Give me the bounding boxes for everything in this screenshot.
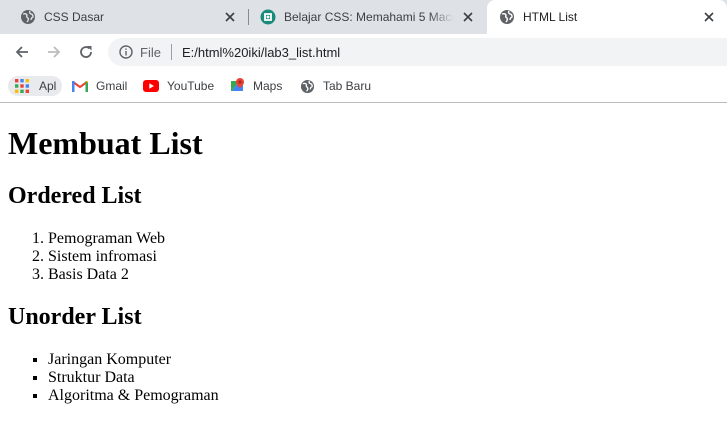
ordered-list-heading: Ordered List	[8, 183, 142, 209]
list-item: Basis Data 2	[48, 266, 165, 284]
reload-button[interactable]	[74, 40, 98, 64]
close-tab-icon[interactable]	[222, 9, 238, 25]
bookmark-label: YouTube	[167, 79, 215, 93]
tab-title: Belajar CSS: Memahami 5 Macam	[284, 10, 454, 24]
bookmark-label: Apl	[39, 79, 57, 93]
tab-belajar-css[interactable]: Belajar CSS: Memahami 5 Macam	[250, 0, 486, 34]
apps-grid-icon	[14, 78, 30, 94]
bookmark-tab-baru[interactable]: Tab Baru	[299, 76, 371, 96]
site-favicon-icon	[260, 9, 276, 25]
bookmark-maps[interactable]: Maps	[229, 76, 282, 96]
bookmark-label: Maps	[253, 79, 283, 93]
back-button[interactable]	[10, 40, 34, 64]
tab-html-list[interactable]: HTML List	[487, 0, 727, 34]
close-tab-icon[interactable]	[460, 9, 476, 25]
youtube-icon	[143, 78, 159, 94]
scheme-label: File	[140, 44, 161, 60]
bookmark-label: Gmail	[96, 79, 128, 93]
list-item: Struktur Data	[48, 369, 219, 387]
globe-icon	[21, 10, 35, 24]
forward-button[interactable]	[42, 40, 66, 64]
unordered-list-heading: Unorder List	[8, 304, 142, 330]
address-bar[interactable]: File E:/html%20iki/lab3_list.html	[108, 38, 727, 66]
gmail-icon	[72, 78, 88, 94]
info-icon[interactable]	[118, 44, 134, 60]
list-item: Algoritma & Pemograman	[48, 387, 219, 405]
bookmarks-bar: Apl Gmail YouTube Maps Tab Baru	[0, 70, 727, 103]
url-text[interactable]: E:/html%20iki/lab3_list.html	[182, 45, 340, 60]
close-tab-icon[interactable]	[701, 9, 717, 25]
divider	[170, 44, 172, 60]
unordered-list: Jaringan Komputer Struktur Data Algoritm…	[8, 351, 219, 405]
tab-title: CSS Dasar	[44, 10, 105, 24]
reload-icon	[80, 46, 92, 58]
list-item: Pemograman Web	[48, 230, 165, 248]
bookmark-label: Tab Baru	[323, 79, 372, 93]
bookmark-youtube[interactable]: YouTube	[143, 76, 214, 96]
globe-icon	[500, 10, 514, 24]
list-item: Jaringan Komputer	[48, 351, 219, 369]
bookmark-apps[interactable]: Apl	[8, 76, 63, 96]
maps-icon	[229, 78, 245, 94]
globe-icon	[299, 78, 315, 94]
back-arrow-icon	[15, 46, 28, 58]
tab-strip: CSS Dasar Belajar CSS: Memahami 5 Macam …	[0, 0, 727, 34]
page-title: Membuat List	[8, 125, 203, 161]
forward-arrow-icon	[48, 46, 61, 58]
tab-separator	[248, 9, 249, 25]
tab-title: HTML List	[523, 10, 578, 24]
tab-css-dasar[interactable]: CSS Dasar	[0, 0, 248, 34]
ordered-list: Pemograman Web Sistem infromasi Basis Da…	[8, 230, 165, 284]
bookmark-gmail[interactable]: Gmail	[72, 76, 127, 96]
list-item: Sistem infromasi	[48, 248, 165, 266]
browser-toolbar: File E:/html%20iki/lab3_list.html	[0, 34, 727, 70]
page-content: Membuat List Ordered List Pemograman Web…	[0, 103, 727, 428]
